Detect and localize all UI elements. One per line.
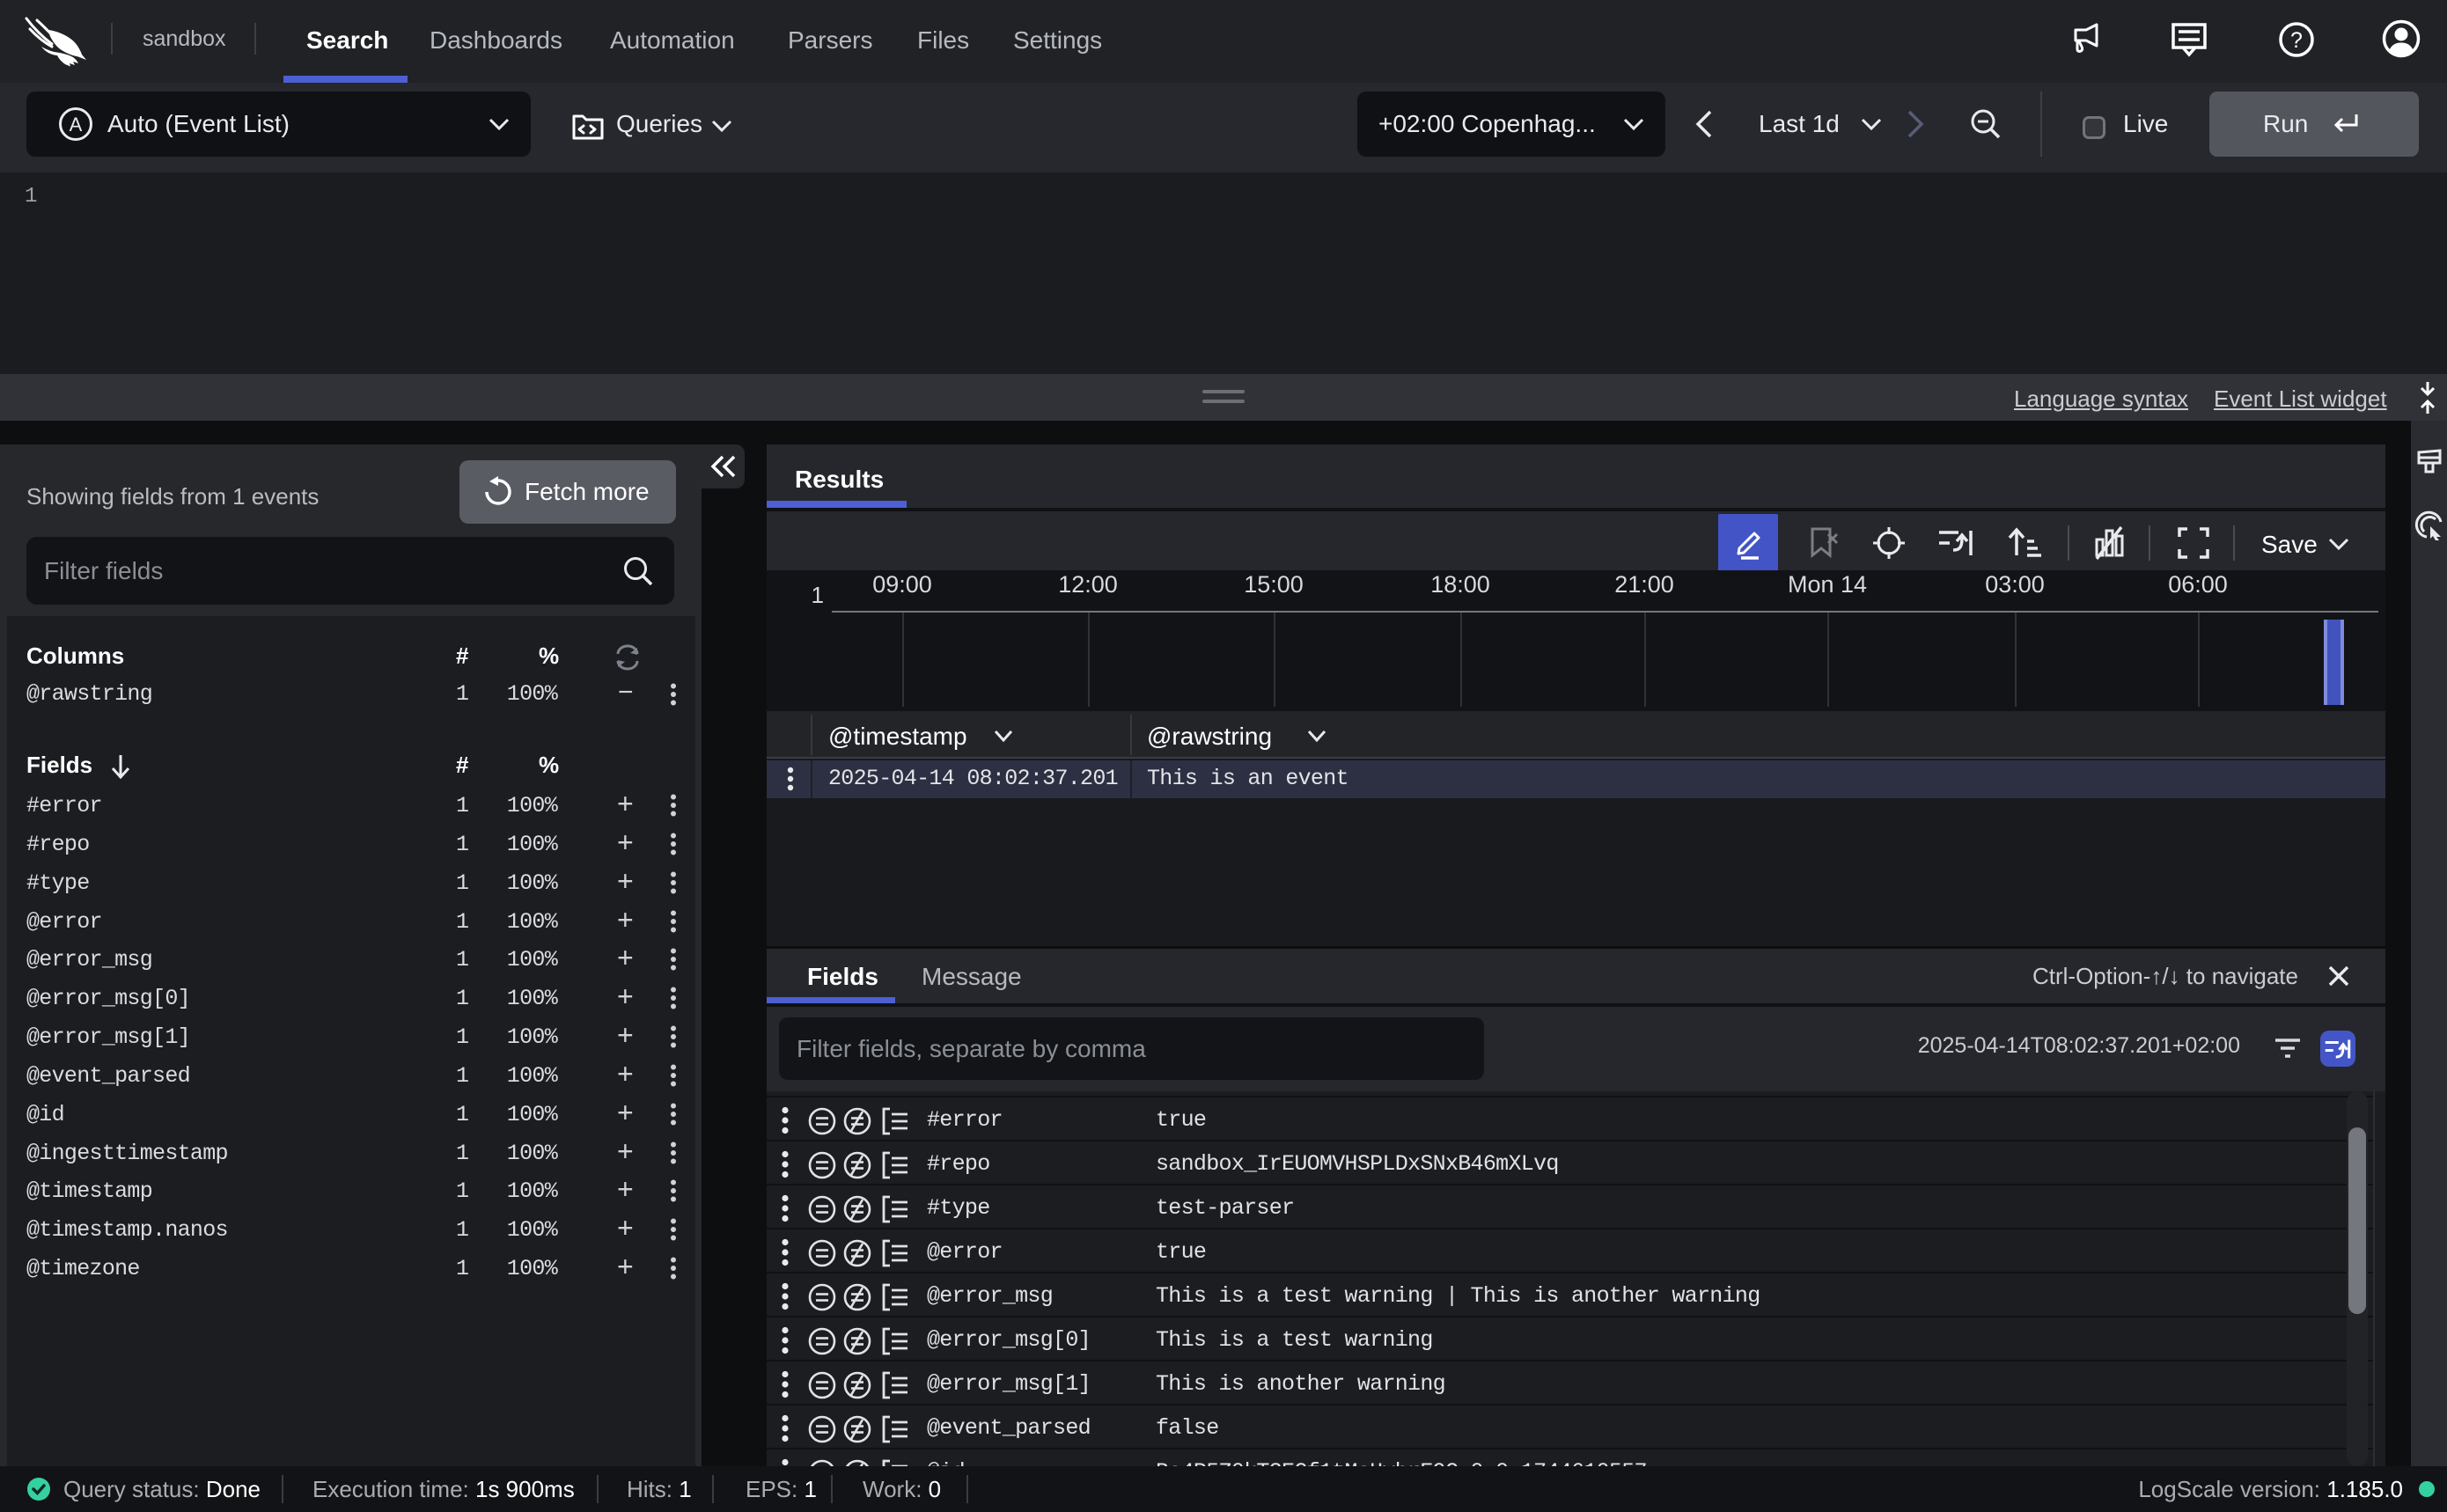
svg-text:A: A xyxy=(70,114,83,136)
svg-text:?: ? xyxy=(2290,28,2303,53)
